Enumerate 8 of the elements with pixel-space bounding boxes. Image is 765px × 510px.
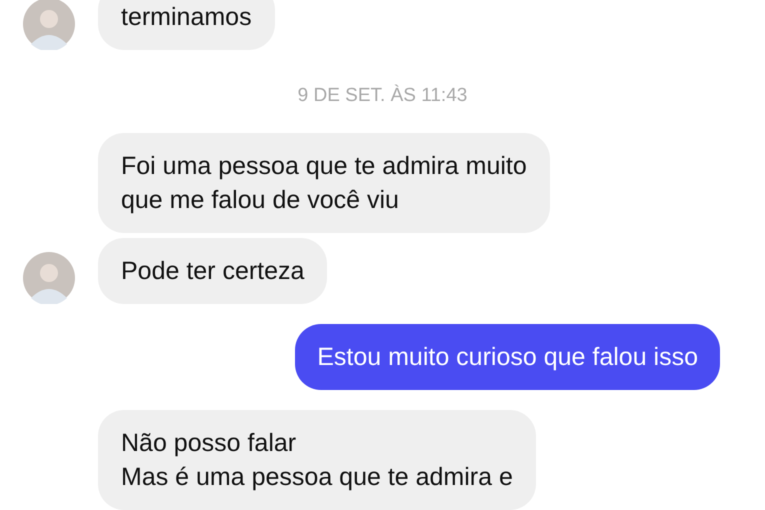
message-bubble: terminamos (98, 0, 275, 50)
avatar[interactable] (23, 252, 75, 304)
avatar[interactable] (23, 0, 75, 50)
message-bubble: Não posso falar Mas é uma pessoa que te admira e (98, 410, 536, 510)
date-separator: 9 DE SET. ÀS 11:43 (298, 86, 468, 106)
message-bubble: Foi uma pessoa que te admira muito que me falou de você viu (98, 133, 550, 233)
message-bubble: Pode ter certeza (98, 238, 328, 304)
message-bubble: Estou muito curioso que falou isso (295, 324, 720, 390)
